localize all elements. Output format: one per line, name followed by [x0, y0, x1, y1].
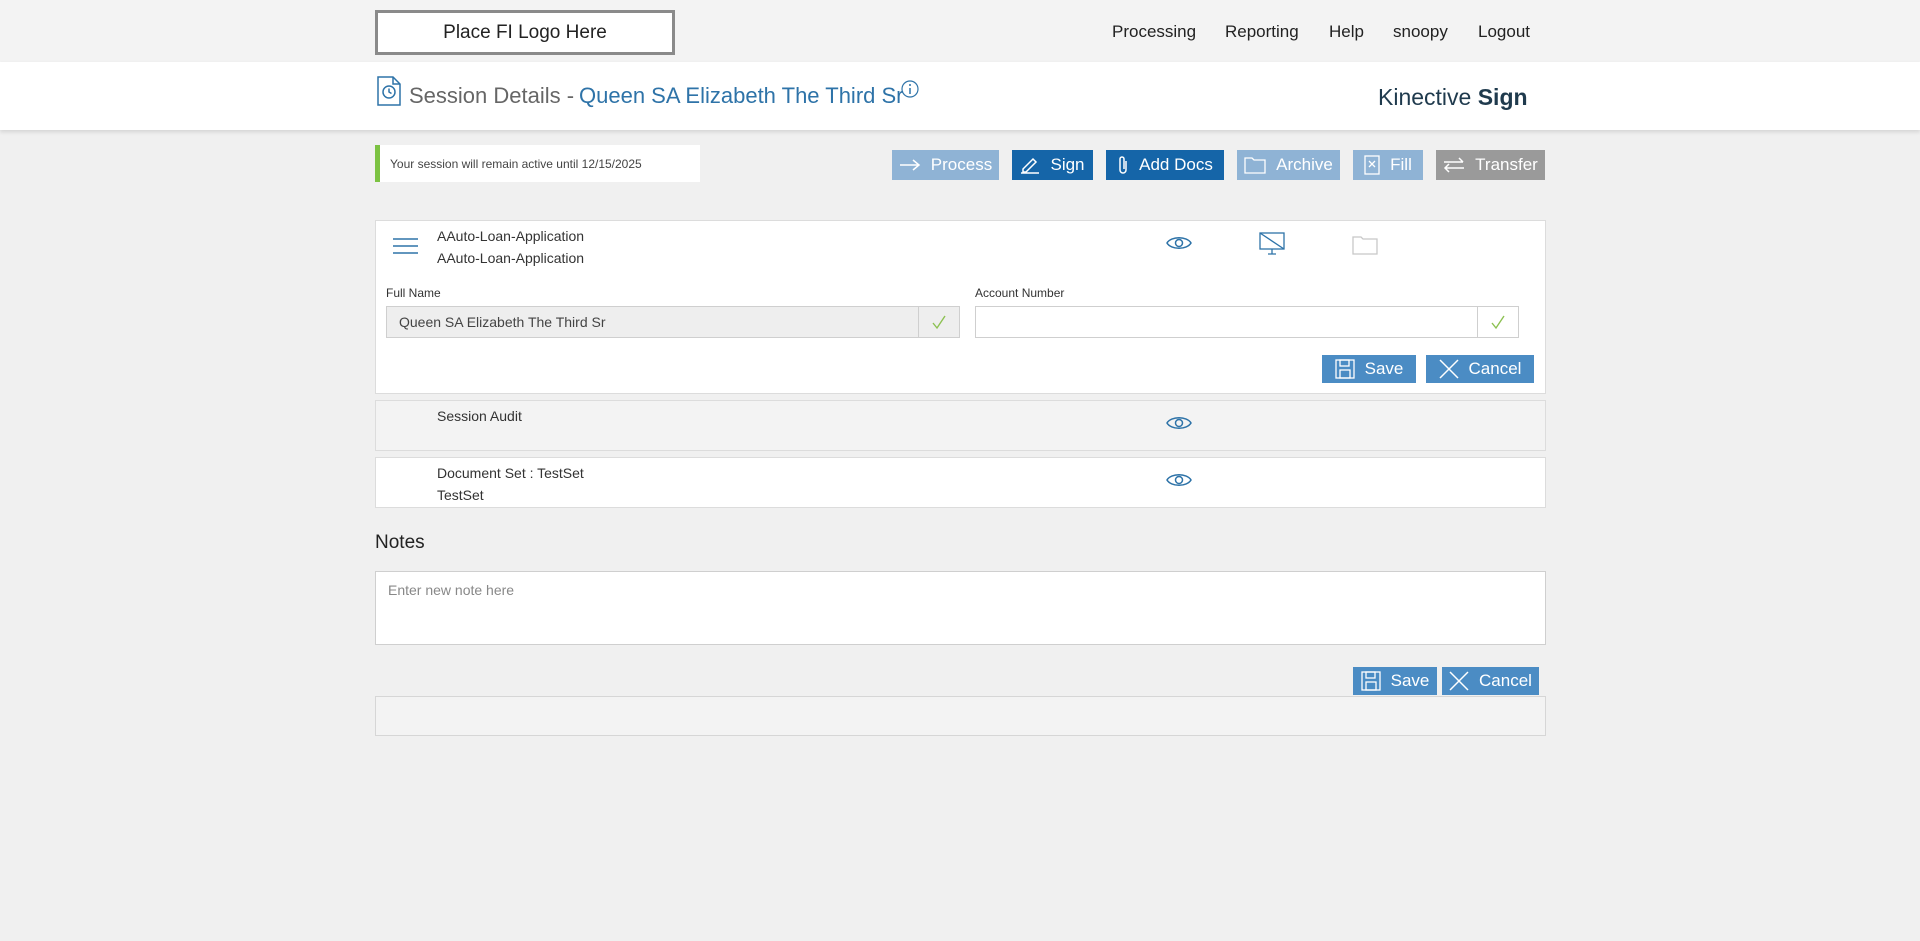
archive-label: Archive [1276, 155, 1333, 174]
account-number-label: Account Number [975, 286, 1065, 300]
account-number-field[interactable] [975, 306, 1519, 338]
nav-user[interactable]: snoopy [1393, 22, 1448, 42]
notes-save-button[interactable]: Save [1353, 667, 1437, 695]
info-icon[interactable] [901, 80, 919, 98]
eye-icon[interactable] [1166, 415, 1192, 436]
add-docs-button[interactable]: Add Docs [1106, 150, 1224, 180]
cancel-label: Cancel [1468, 359, 1522, 378]
arrow-right-icon [899, 159, 920, 171]
logo-text: Place FI Logo Here [443, 21, 607, 43]
document-name: AAuto-Loan-Application [437, 228, 585, 244]
document-set-name: Document Set : TestSet [437, 465, 584, 481]
session-name[interactable]: Queen SA Elizabeth The Third Sr [579, 83, 904, 109]
session-history-icon [376, 76, 402, 106]
nav-help[interactable]: Help [1329, 22, 1364, 42]
document-title: AAuto-Loan-Application AAuto-Loan-Applic… [437, 225, 584, 269]
page-title: Session Details - [409, 83, 575, 108]
fill-label: Fill [1390, 155, 1412, 174]
top-bar [0, 0, 1920, 62]
notes-input[interactable] [376, 572, 1545, 644]
close-icon [1449, 671, 1469, 691]
notes-heading: Notes [375, 532, 425, 553]
pen-icon [1021, 157, 1040, 174]
close-icon [1439, 359, 1459, 379]
folder-disabled-icon [1352, 235, 1378, 260]
document-save-button[interactable]: Save [1322, 355, 1416, 383]
document-set-subname: TestSet [437, 487, 484, 503]
session-audit-panel [375, 400, 1546, 451]
check-icon[interactable] [1477, 307, 1518, 337]
folder-icon [1244, 157, 1266, 174]
add-docs-label: Add Docs [1139, 155, 1213, 174]
sign-label: Sign [1050, 155, 1085, 174]
save-label: Save [1364, 359, 1404, 378]
cancel-label: Cancel [1479, 671, 1532, 690]
nav-processing[interactable]: Processing [1112, 22, 1196, 42]
notice-text: Your session will remain active until 12… [390, 156, 642, 171]
paperclip-icon [1119, 156, 1127, 174]
full-name-label: Full Name [386, 286, 441, 300]
session-audit-title: Session Audit [437, 408, 522, 424]
document-cancel-button[interactable]: Cancel [1426, 355, 1534, 383]
notes-input-box[interactable] [375, 571, 1546, 645]
no-display-icon[interactable] [1259, 232, 1285, 261]
fill-button[interactable]: Fill [1353, 150, 1423, 180]
sign-button[interactable]: Sign [1012, 150, 1093, 180]
full-name-field[interactable]: Queen SA Elizabeth The Third Sr [386, 306, 960, 338]
full-name-value: Queen SA Elizabeth The Third Sr [399, 314, 606, 330]
account-number-value [976, 307, 1477, 337]
transfer-label: Transfer [1475, 155, 1538, 174]
brand-name-bold: Sign [1477, 84, 1528, 110]
check-icon[interactable] [918, 307, 959, 337]
document-subname: AAuto-Loan-Application [437, 250, 585, 266]
eye-icon[interactable] [1166, 472, 1192, 493]
save-icon [1360, 671, 1381, 691]
process-button[interactable]: Process [892, 150, 999, 180]
transfer-arrows-icon [1444, 157, 1465, 173]
document-set-title: Document Set : TestSet TestSet [437, 462, 584, 506]
save-label: Save [1390, 671, 1430, 690]
notes-cancel-button[interactable]: Cancel [1442, 667, 1539, 695]
brand-logo: Kinective Sign [1378, 84, 1528, 111]
brand-name: Kinective [1378, 84, 1472, 110]
session-header [0, 62, 1920, 130]
process-label: Process [930, 155, 993, 174]
transfer-button[interactable]: Transfer [1436, 150, 1545, 180]
eye-icon[interactable] [1166, 235, 1192, 256]
archive-button[interactable]: Archive [1237, 150, 1340, 180]
session-active-notice: Your session will remain active until 12… [375, 145, 700, 182]
save-icon [1334, 359, 1355, 379]
form-fill-icon [1364, 155, 1380, 175]
nav-reporting[interactable]: Reporting [1225, 22, 1299, 42]
fi-logo-placeholder: Place FI Logo Here [375, 10, 675, 55]
notes-list [375, 696, 1546, 736]
nav-logout[interactable]: Logout [1478, 22, 1530, 42]
menu-icon[interactable] [392, 237, 419, 260]
